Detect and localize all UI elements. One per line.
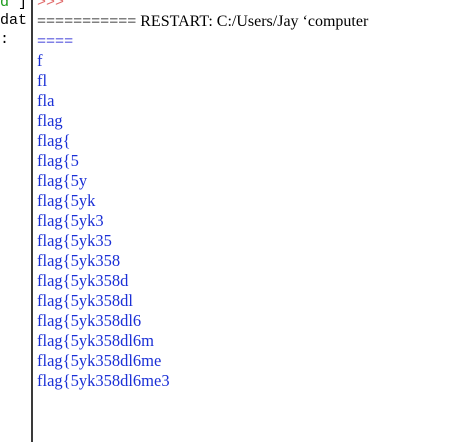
python-shell-output[interactable]: >>> =========== RESTART: C:/Users/Jay ‘c… <box>37 0 468 442</box>
shell-prompt: >>> <box>37 0 65 11</box>
output-line: flag{5yk <box>37 191 96 210</box>
gutter-line-1: d ] <box>0 0 27 12</box>
gutter-line-3: : <box>0 31 10 48</box>
output-line: flag{5yk358dl6me <box>37 351 162 370</box>
output-line: flag{5 <box>37 151 79 170</box>
output-line: flag{5yk35 <box>37 231 112 250</box>
output-line: flag{5yk358dl6m <box>37 331 154 350</box>
pane-divider[interactable] <box>31 0 33 442</box>
gutter-line-2: dat <box>0 12 28 29</box>
output-line: flag{5yk358dl6 <box>37 311 142 330</box>
output-line: fla <box>37 91 55 110</box>
output-line: flag <box>37 111 63 130</box>
left-pane: d ] dat : <box>0 0 31 442</box>
restart-banner-continuation: ==== <box>37 33 74 50</box>
output-line: flag{5yk358d <box>37 271 129 290</box>
output-line: flag{5yk358dl <box>37 291 133 310</box>
output-line: fl <box>37 71 48 90</box>
output-line: flag{ <box>37 131 71 150</box>
output-lines: f fl fla flag flag{flag{5 flag{5y flag{5yk flag… <box>37 51 170 391</box>
output-line: flag{5yk358dl6me3 <box>37 371 170 390</box>
output-line: flag{5y <box>37 171 88 190</box>
restart-banner: =========== RESTART: C:/Users/Jay ‘compu… <box>37 13 369 30</box>
gutter-line-1-rest: ] <box>9 0 28 11</box>
gutter-line-1-green: d <box>0 0 10 11</box>
output-line: f <box>37 51 43 70</box>
output-line: flag{5yk3 <box>37 211 104 230</box>
output-line: flag{5yk358 <box>37 251 121 270</box>
